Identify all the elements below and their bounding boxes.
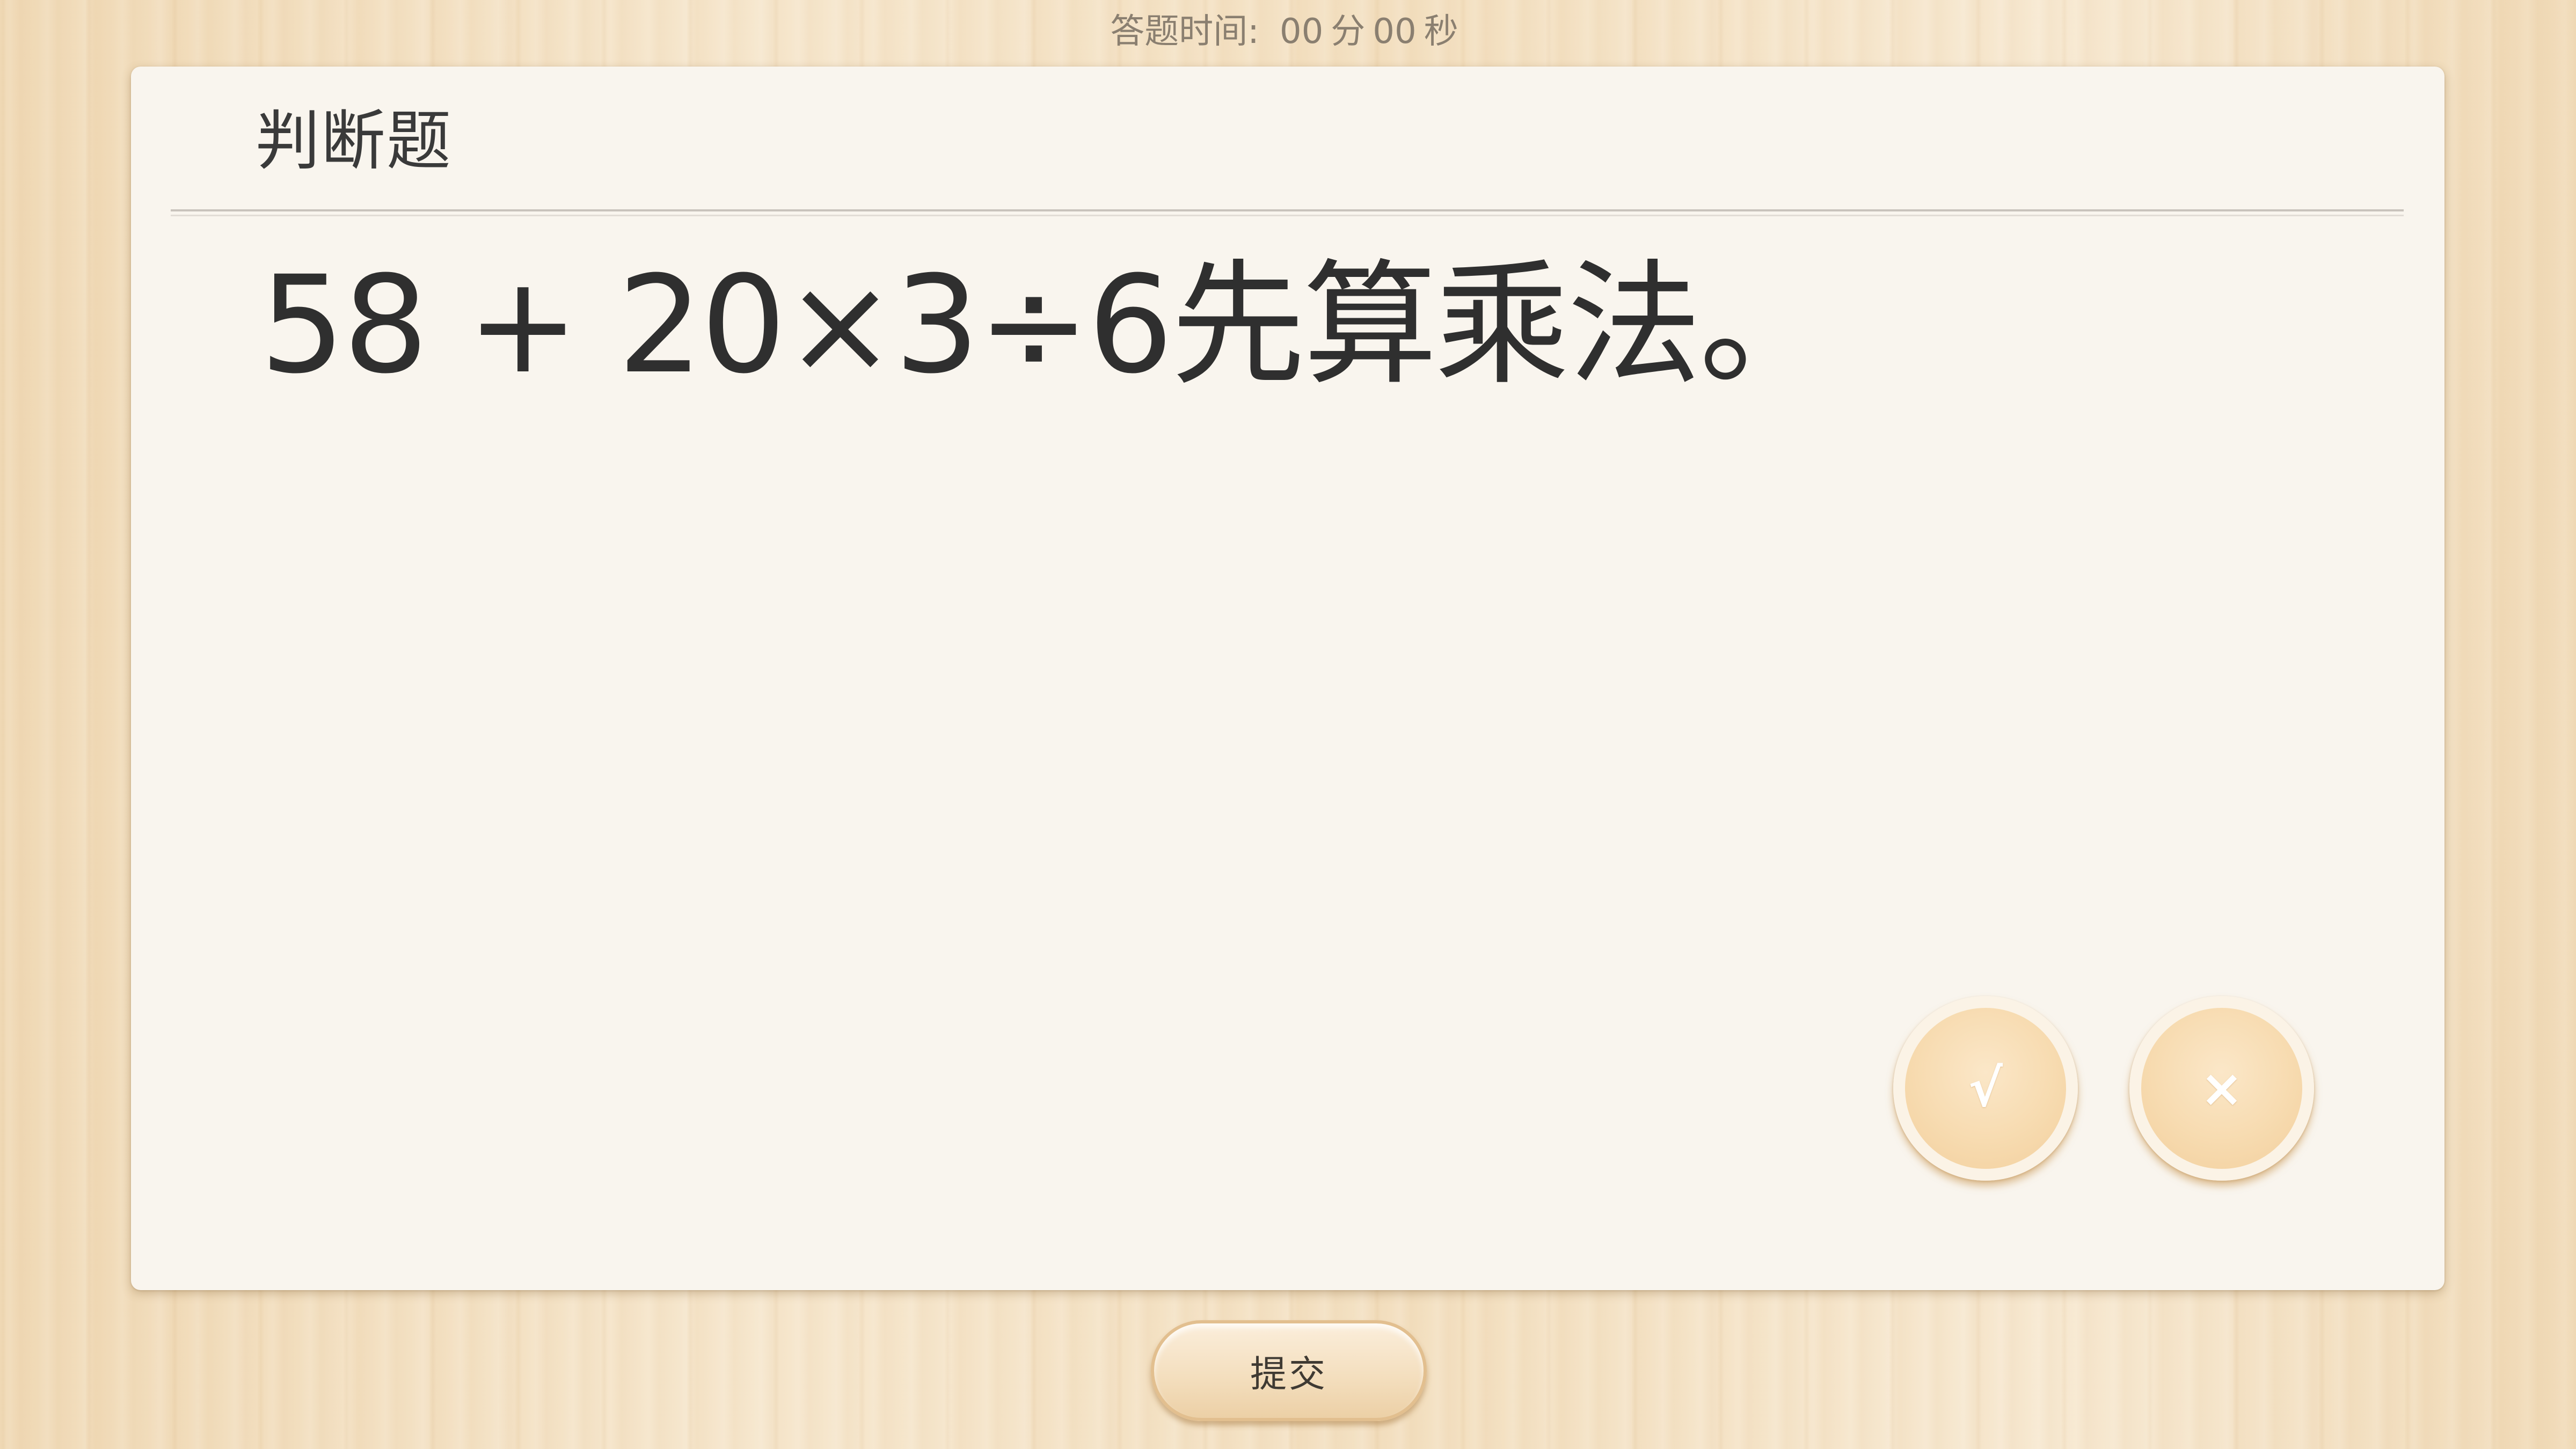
title-divider — [171, 209, 2404, 216]
question-text: 58 + 20×3÷6先算乘法。 — [260, 247, 1834, 403]
timer-minutes-unit: 分 — [1331, 12, 1366, 52]
question-type-title: 判断题 — [256, 104, 452, 179]
false-answer-button[interactable]: × — [2129, 996, 2314, 1181]
timer-label: 答题时间: — [1110, 12, 1259, 52]
cross-icon: × — [2200, 1058, 2244, 1118]
true-answer-button[interactable]: √ — [1893, 996, 2078, 1181]
submit-button-label: 提交 — [1250, 1353, 1327, 1396]
timer-minutes: 00 — [1279, 12, 1324, 52]
timer-seconds-unit: 秒 — [1424, 12, 1458, 52]
timer-seconds: 00 — [1373, 12, 1417, 52]
answer-timer: 答题时间: 00 分 00 秒 — [0, 8, 2576, 56]
submit-button[interactable]: 提交 — [1151, 1320, 1427, 1421]
check-icon: √ — [1968, 1058, 2003, 1118]
question-card: 判断题 58 + 20×3÷6先算乘法。 √ × — [131, 67, 2444, 1290]
